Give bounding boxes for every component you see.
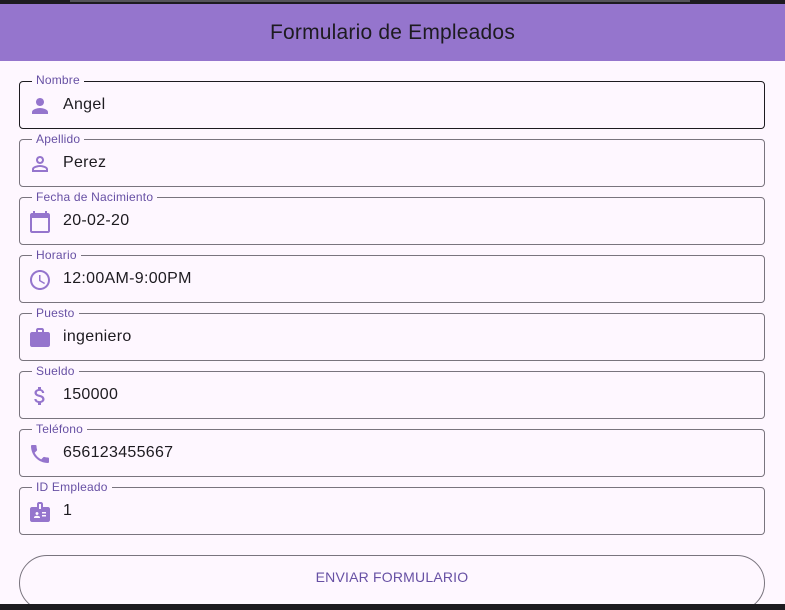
person-outline-icon — [28, 152, 52, 176]
id-empleado-value: 1 — [63, 502, 73, 519]
puesto-field[interactable]: Puesto ingeniero — [19, 306, 765, 361]
dollar-icon — [28, 384, 52, 408]
page-title: Formulario de Empleados — [269, 20, 516, 44]
enviar-formulario-button[interactable]: ENVIAR FORMULARIO — [19, 555, 765, 604]
telefono-field[interactable]: Teléfono 656123455667 — [19, 422, 765, 477]
telefono-value: 656123455667 — [63, 444, 174, 461]
id-empleado-field[interactable]: ID Empleado 1 — [19, 480, 765, 535]
employee-form-app: Formulario de Empleados Nombre Angel Ape… — [0, 4, 785, 604]
phone-icon — [28, 442, 52, 466]
apellido-field[interactable]: Apellido Perez — [19, 132, 765, 187]
window-top-bar — [70, 0, 690, 2]
sueldo-value: 150000 — [63, 386, 119, 403]
window-bottom-strip — [0, 604, 785, 610]
clock-icon — [28, 268, 52, 292]
badge-icon — [28, 500, 52, 524]
nombre-value: Angel — [63, 96, 106, 113]
horario-value: 12:00AM-9:00PM — [63, 270, 192, 287]
fecha-nacimiento-value: 20-02-20 — [63, 212, 130, 229]
briefcase-icon — [28, 326, 52, 350]
calendar-icon — [28, 210, 52, 234]
nombre-field[interactable]: Nombre Angel — [19, 73, 765, 129]
horario-field[interactable]: Horario 12:00AM-9:00PM — [19, 248, 765, 303]
puesto-value: ingeniero — [63, 328, 132, 345]
app-bar: Formulario de Empleados — [0, 4, 785, 61]
sueldo-field[interactable]: Sueldo 150000 — [19, 364, 765, 419]
person-icon — [28, 94, 52, 118]
fecha-nacimiento-field[interactable]: Fecha de Nacimiento 20-02-20 — [19, 190, 765, 245]
apellido-value: Perez — [63, 154, 107, 171]
